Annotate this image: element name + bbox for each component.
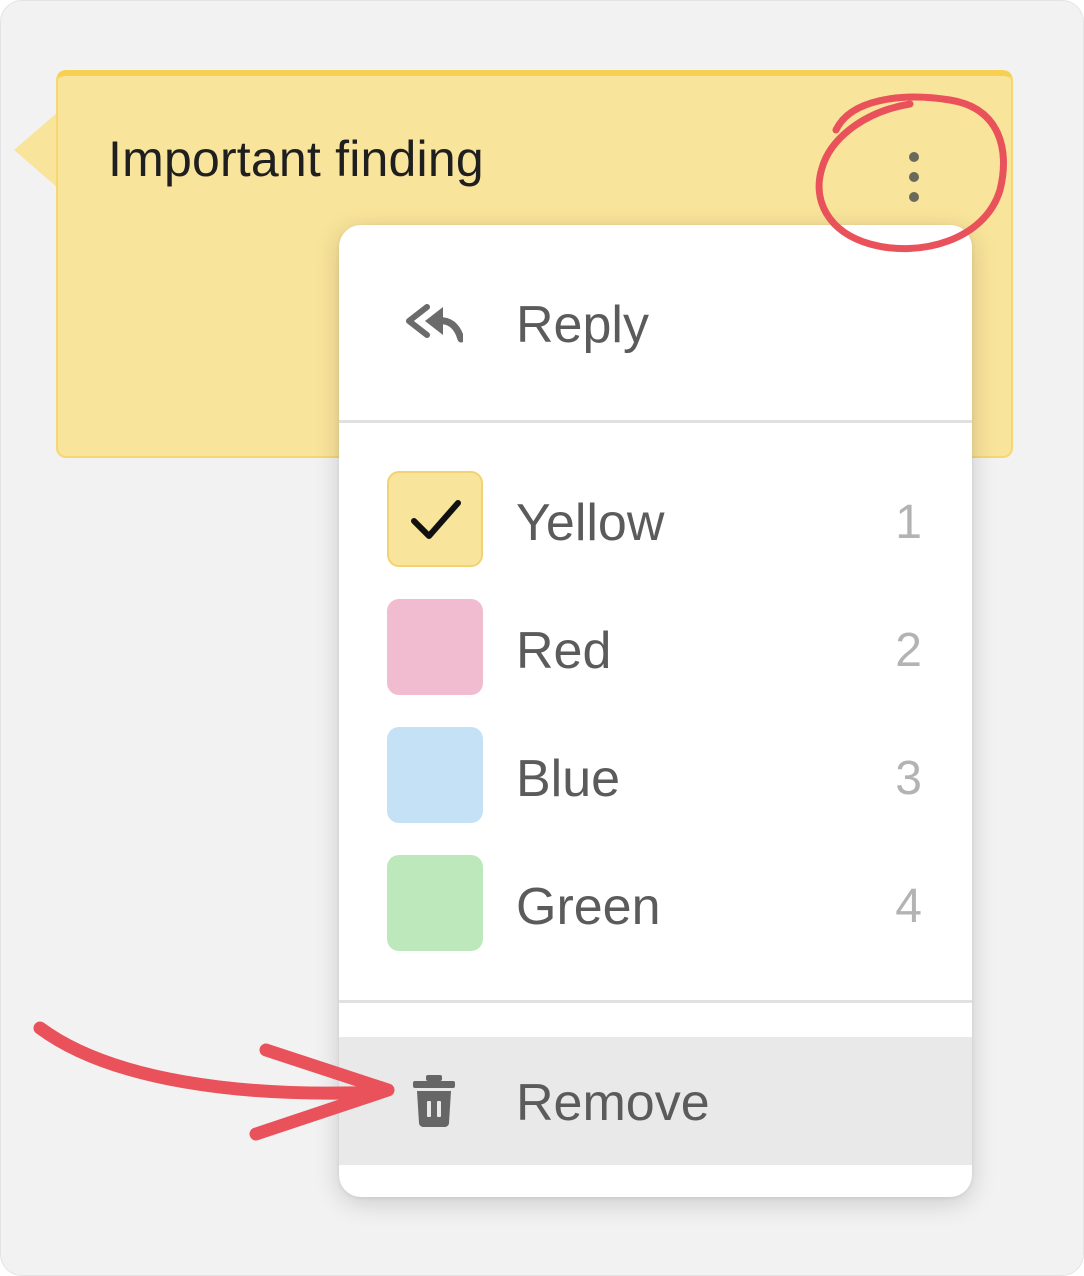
menu-item-yellow[interactable]: Yellow 1 (339, 461, 972, 577)
menu-item-label: Blue (516, 750, 621, 808)
shortcut-key: 3 (895, 752, 922, 805)
red-swatch (387, 599, 483, 695)
shortcut-key: 2 (895, 624, 922, 677)
menu-item-label: Green (516, 878, 661, 936)
menu-item-label: Remove (516, 1074, 710, 1132)
more-vertical-icon[interactable] (896, 142, 932, 212)
shortcut-key: 1 (895, 496, 922, 549)
note-pointer (14, 112, 58, 188)
menu-item-label: Reply (516, 296, 649, 354)
yellow-swatch (387, 471, 483, 567)
green-swatch (387, 855, 483, 951)
menu-divider (339, 420, 972, 423)
shortcut-key: 4 (895, 880, 922, 933)
note-title: Important finding (108, 131, 484, 187)
menu-item-label: Yellow (516, 494, 665, 552)
menu-item-green[interactable]: Green 4 (339, 845, 972, 961)
context-menu: Reply Yellow 1 Red 2 Blue 3 Green 4 Remo… (339, 225, 972, 1197)
checkmark-icon (411, 500, 461, 539)
menu-item-label: Red (516, 622, 612, 680)
menu-divider (339, 1000, 972, 1003)
menu-item-blue[interactable]: Blue 3 (339, 717, 972, 833)
reply-all-icon (406, 304, 463, 343)
menu-item-reply[interactable]: Reply (339, 225, 972, 421)
trash-icon (413, 1075, 455, 1127)
menu-item-red[interactable]: Red 2 (339, 589, 972, 705)
blue-swatch (387, 727, 483, 823)
menu-item-remove[interactable]: Remove (339, 1037, 972, 1165)
